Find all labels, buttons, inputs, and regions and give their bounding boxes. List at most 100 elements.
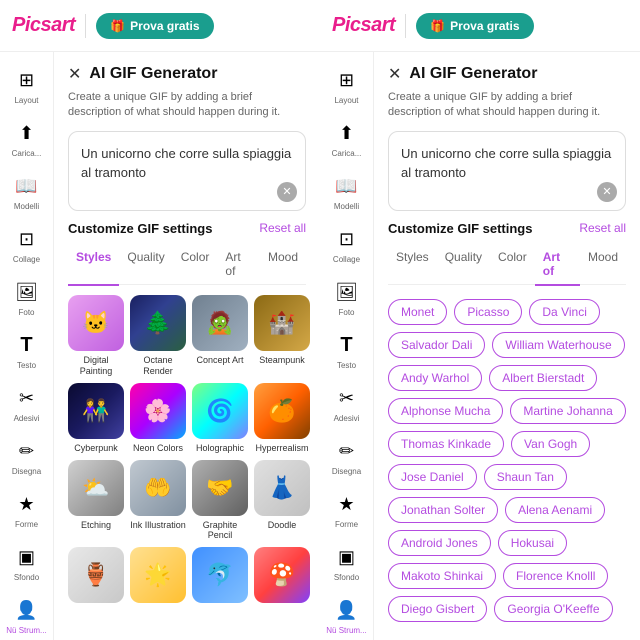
reset-all-2[interactable]: Reset all — [579, 221, 626, 235]
sidebar-item-forme-1[interactable]: ★ Forme — [0, 484, 53, 535]
style-label-etching-1: Etching — [81, 520, 111, 531]
style-img-more2-1: 🌟 — [130, 547, 186, 603]
style-octane-1[interactable]: 🌲 Octane Render — [130, 295, 186, 377]
sidebar-item-foto-1[interactable]: 🖼 Foto — [0, 272, 53, 323]
close-button-1[interactable]: ✕ — [68, 64, 81, 84]
style-label-graphite-1: Graphite Pencil — [192, 520, 248, 542]
chip-dali[interactable]: Salvador Dali — [388, 332, 485, 358]
style-label-digital-1: Digital Painting — [68, 355, 124, 377]
chip-aenami[interactable]: Alena Aenami — [505, 497, 605, 523]
sidebar-item-sfondo-1[interactable]: ▣ Sfondo — [0, 537, 53, 588]
sidebar-label-disegna-1: Disegna — [12, 467, 41, 476]
chip-picasso[interactable]: Picasso — [454, 299, 522, 325]
sidebar-item-disegna-1[interactable]: ✏ Disegna — [0, 431, 53, 482]
tab-mood-1[interactable]: Mood — [260, 244, 306, 286]
prova-button-1[interactable]: Prova gratis — [96, 13, 213, 39]
chip-waterhouse[interactable]: William Waterhouse — [492, 332, 624, 358]
chip-okeeffe[interactable]: Georgia O'Keeffe — [494, 596, 612, 622]
text-area-2[interactable]: Un unicorno che corre sulla spiaggia al … — [388, 131, 626, 211]
clear-button-1[interactable]: ✕ — [277, 182, 297, 202]
sidebar-item-modelli-2[interactable]: 📖 Modelli — [320, 166, 373, 217]
chip-kinkade[interactable]: Thomas Kinkade — [388, 431, 504, 457]
chip-davinci[interactable]: Da Vinci — [529, 299, 599, 325]
sidebar-item-testo-1[interactable]: T Testo — [0, 325, 53, 376]
sidebar-item-modelli-1[interactable]: 📖 Modelli — [0, 166, 53, 217]
tab-styles-2[interactable]: Styles — [388, 244, 437, 286]
style-more4-1[interactable]: 🍄 — [254, 547, 310, 607]
sidebar-item-layout-2[interactable]: ⊞ Layout — [320, 60, 373, 111]
style-graphite-1[interactable]: 🤝 Graphite Pencil — [192, 460, 248, 542]
tab-artof-2[interactable]: Art of — [535, 244, 580, 286]
tab-artof-1[interactable]: Art of — [217, 244, 260, 286]
reset-all-1[interactable]: Reset all — [259, 221, 306, 235]
style-more3-1[interactable]: 🐬 — [192, 547, 248, 607]
header-1: Picsart Prova gratis — [0, 0, 320, 52]
style-steampunk-1[interactable]: 🏰 Steampunk — [254, 295, 310, 377]
sidebar-label-disegna-2: Disegna — [332, 467, 361, 476]
sidebar-item-forme-2[interactable]: ★ Forme — [320, 484, 373, 535]
chip-shauntan[interactable]: Shaun Tan — [484, 464, 567, 490]
chip-bierstadt[interactable]: Albert Bierstadt — [489, 365, 597, 391]
chip-androidjones[interactable]: Android Jones — [388, 530, 491, 556]
close-button-2[interactable]: ✕ — [388, 64, 401, 84]
tab-color-1[interactable]: Color — [173, 244, 218, 286]
tab-quality-2[interactable]: Quality — [437, 244, 490, 286]
sidebar-item-sfondo-2[interactable]: ▣ Sfondo — [320, 537, 373, 588]
style-img-octane-1: 🌲 — [130, 295, 186, 351]
chip-hokusai[interactable]: Hokusai — [498, 530, 567, 556]
header-divider-1 — [85, 14, 86, 38]
style-cyberpunk-1[interactable]: 👫 Cyberpunk — [68, 383, 124, 454]
tab-color-2[interactable]: Color — [490, 244, 535, 286]
sidebar-item-strum-1[interactable]: 👤 Nü Strum... — [0, 590, 53, 640]
tabs-row-2: Styles Quality Color Art of Mood — [388, 244, 626, 286]
sidebar-item-carica-1[interactable]: ⬆ Carica... — [0, 113, 53, 164]
prova-button-2[interactable]: Prova gratis — [416, 13, 533, 39]
gif-title-row-1: ✕ AI GIF Generator — [68, 64, 306, 84]
style-more1-1[interactable]: 🏺 — [68, 547, 124, 607]
style-concept-1[interactable]: 🧟 Concept Art — [192, 295, 248, 377]
sidebar-item-disegna-2[interactable]: ✏ Disegna — [320, 431, 373, 482]
chip-vangogh[interactable]: Van Gogh — [511, 431, 590, 457]
chip-knoll[interactable]: Florence Knolll — [503, 563, 608, 589]
sidebar-item-strum-2[interactable]: 👤 Nü Strum... — [320, 590, 373, 640]
chip-daniel[interactable]: Jose Daniel — [388, 464, 477, 490]
style-img-holographic-1: 🌀 — [192, 383, 248, 439]
style-neon-1[interactable]: 🌸 Neon Colors — [130, 383, 186, 454]
style-img-more3-1: 🐬 — [192, 547, 248, 603]
sidebar-item-testo-2[interactable]: T Testo — [320, 325, 373, 376]
sidebar-item-collage-1[interactable]: ⊡ Collage — [0, 219, 53, 270]
chip-monet[interactable]: Monet — [388, 299, 447, 325]
sidebar-item-collage-2[interactable]: ⊡ Collage — [320, 219, 373, 270]
panel-body-1: ✕ AI GIF Generator Create a unique GIF b… — [54, 52, 320, 619]
chip-shinkai[interactable]: Makoto Shinkai — [388, 563, 496, 589]
chip-mucha[interactable]: Alphonse Mucha — [388, 398, 503, 424]
text-area-1[interactable]: Un unicorno che corre sulla spiaggia al … — [68, 131, 306, 211]
style-digital-1[interactable]: 🐱 Digital Painting — [68, 295, 124, 377]
style-hyperrealism-1[interactable]: 🍊 Hyperrealism — [254, 383, 310, 454]
style-ink-1[interactable]: 🤲 Ink Illustration — [130, 460, 186, 542]
style-doodle-1[interactable]: 👗 Doodle — [254, 460, 310, 542]
tab-styles-1[interactable]: Styles — [68, 244, 119, 286]
style-more2-1[interactable]: 🌟 — [130, 547, 186, 607]
sidebar-item-adesivi-2[interactable]: ✂ Adesivi — [320, 378, 373, 429]
chip-solter[interactable]: Jonathan Solter — [388, 497, 498, 523]
foto-icon-2: 🖼 — [333, 278, 361, 306]
style-holographic-1[interactable]: 🌀 Holographic — [192, 383, 248, 454]
style-etching-1[interactable]: ⛅ Etching — [68, 460, 124, 542]
forme-icon-2: ★ — [333, 490, 361, 518]
sidebar-item-carica-2[interactable]: ⬆ Carica... — [320, 113, 373, 164]
chip-gisbert[interactable]: Diego Gisbert — [388, 596, 487, 622]
sidebar-item-foto-2[interactable]: 🖼 Foto — [320, 272, 373, 323]
style-img-more4-1: 🍄 — [254, 547, 310, 603]
chip-warhol[interactable]: Andy Warhol — [388, 365, 482, 391]
forme-icon-1: ★ — [13, 490, 41, 518]
sidebar-item-layout-1[interactable]: ⊞ Layout — [0, 60, 53, 111]
sidebar-item-adesivi-1[interactable]: ✂ Adesivi — [0, 378, 53, 429]
clear-button-2[interactable]: ✕ — [597, 182, 617, 202]
tab-mood-2[interactable]: Mood — [580, 244, 626, 286]
chip-johanna[interactable]: Martine Johanna — [510, 398, 625, 424]
tab-quality-1[interactable]: Quality — [119, 244, 172, 286]
sidebar-label-forme-1: Forme — [15, 520, 38, 529]
sidebar-label-foto-1: Foto — [18, 308, 34, 317]
style-img-ink-1: 🤲 — [130, 460, 186, 516]
